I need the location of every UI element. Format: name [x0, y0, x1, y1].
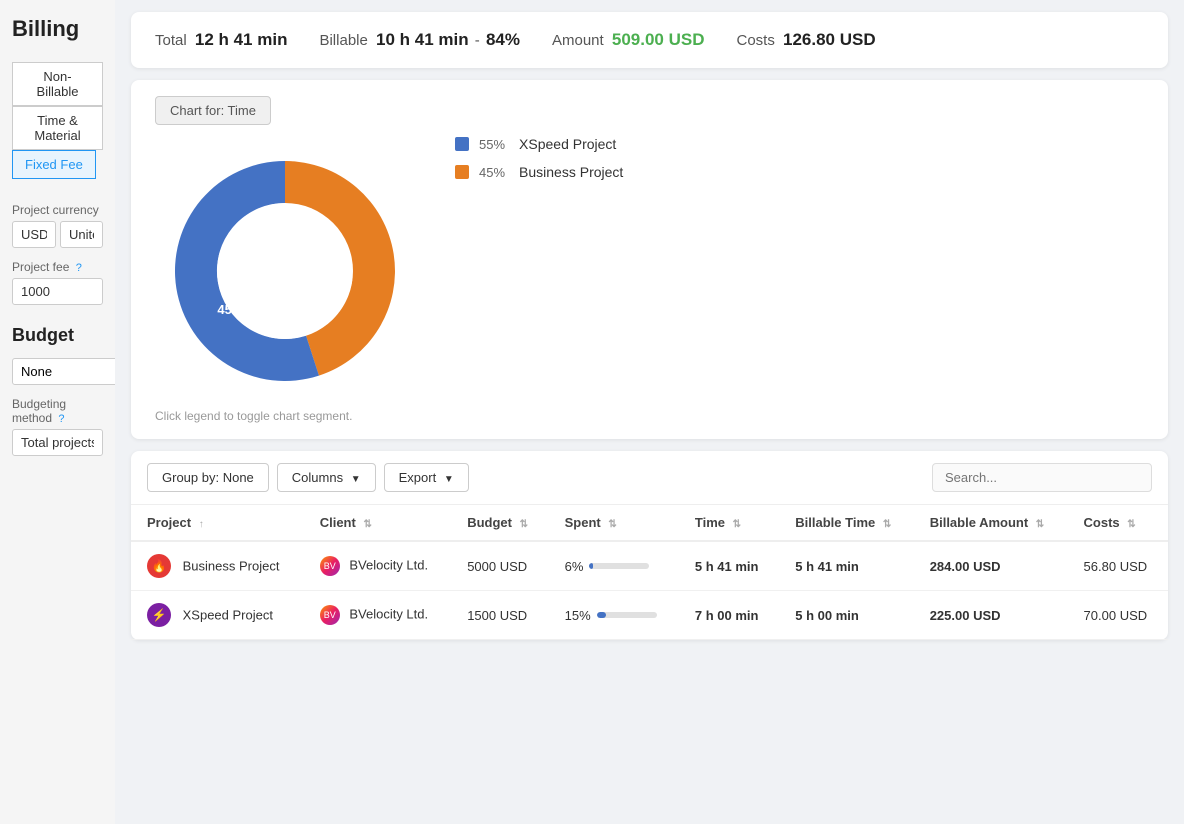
- cell-time-1: 7 h 00 min: [679, 591, 779, 640]
- sort-client-icon[interactable]: ⇅: [363, 519, 371, 530]
- sidebar: Billing Non-Billable Time & Material Fix…: [0, 0, 115, 824]
- budgeting-help-icon: ?: [58, 413, 64, 425]
- sort-project-icon[interactable]: ↑: [199, 519, 204, 530]
- fee-input[interactable]: [12, 278, 103, 305]
- cell-time-0: 5 h 41 min: [679, 541, 779, 591]
- sort-billable-time-icon[interactable]: ⇅: [883, 519, 891, 530]
- project-avatar-1: ⚡: [147, 603, 171, 627]
- total-label: Total 12 h 41 min: [155, 30, 287, 50]
- progress-fill-0: [589, 563, 593, 569]
- tab-non-billable[interactable]: Non-Billable: [12, 62, 103, 106]
- spent-pct-0: 6%: [565, 559, 584, 574]
- chart-hint: Click legend to toggle chart segment.: [155, 409, 352, 423]
- columns-button[interactable]: Columns ▼: [277, 463, 376, 492]
- blue-pct-label: 55%: [311, 266, 337, 281]
- col-spent: Spent ⇅: [549, 505, 679, 542]
- spent-progress-1: 15%: [565, 608, 657, 623]
- amount-stat: Amount 509.00 USD: [552, 30, 705, 50]
- col-billable-amount: Billable Amount ⇅: [914, 505, 1068, 542]
- export-arrow-icon: ▼: [444, 474, 454, 485]
- budget-title: Budget: [12, 325, 103, 346]
- stats-card: Total 12 h 41 min Billable 10 h 41 min -…: [131, 12, 1168, 68]
- table-body: 🔥 Business Project BV BVelocity Ltd. 500…: [131, 541, 1168, 640]
- stats-row: Total 12 h 41 min Billable 10 h 41 min -…: [155, 30, 1144, 50]
- cell-client-0: BV BVelocity Ltd.: [304, 541, 451, 591]
- data-table: Project ↑ Client ⇅ Budget ⇅ Spent ⇅: [131, 504, 1168, 640]
- orange-pct-label: 45%: [217, 302, 243, 317]
- legend-business-color: [455, 165, 469, 179]
- tab-time-material[interactable]: Time & Material: [12, 106, 103, 150]
- main-content: Total 12 h 41 min Billable 10 h 41 min -…: [115, 0, 1184, 824]
- cell-costs-0: 56.80 USD: [1068, 541, 1168, 591]
- chart-for-button[interactable]: Chart for: Time: [155, 96, 271, 125]
- col-budget: Budget ⇅: [451, 505, 548, 542]
- project-avatar-0: 🔥: [147, 554, 171, 578]
- sort-time-icon[interactable]: ⇅: [733, 519, 741, 530]
- client-name-0: BVelocity Ltd.: [349, 557, 428, 572]
- spent-pct-1: 15%: [565, 608, 591, 623]
- export-button[interactable]: Export ▼: [384, 463, 469, 492]
- cell-project-1: ⚡ XSpeed Project: [131, 591, 304, 640]
- progress-bar-1: [597, 612, 657, 618]
- cell-billable-amount-0: 284.00 USD: [914, 541, 1068, 591]
- table-row: ⚡ XSpeed Project BV BVelocity Ltd. 1500 …: [131, 591, 1168, 640]
- project-name-1: XSpeed Project: [183, 608, 273, 623]
- table-header-row: Project ↑ Client ⇅ Budget ⇅ Spent ⇅: [131, 505, 1168, 542]
- cell-spent-0: 6%: [549, 541, 679, 591]
- client-avatar-1: BV: [320, 605, 340, 625]
- client-avatar-0: BV: [320, 556, 340, 576]
- progress-bar-0: [589, 563, 649, 569]
- fee-label: Project fee ?: [12, 260, 103, 274]
- fee-help-icon: ?: [76, 262, 82, 274]
- client-name-1: BVelocity Ltd.: [349, 606, 428, 621]
- cell-billable-time-0: 5 h 41 min: [779, 541, 913, 591]
- cell-billable-time-1: 5 h 00 min: [779, 591, 913, 640]
- col-project: Project ↑: [131, 505, 304, 542]
- currency-name-input[interactable]: [60, 221, 103, 248]
- table-toolbar: Group by: None Columns ▼ Export ▼: [131, 451, 1168, 504]
- chart-card: Chart for: Time: [131, 80, 1168, 439]
- cell-client-1: BV BVelocity Ltd.: [304, 591, 451, 640]
- legend-business[interactable]: 45% Business Project: [455, 164, 623, 180]
- col-costs: Costs ⇅: [1068, 505, 1168, 542]
- col-time: Time ⇅: [679, 505, 779, 542]
- progress-fill-1: [597, 612, 606, 618]
- project-name-0: Business Project: [183, 559, 280, 574]
- billing-tabs: Non-Billable Time & Material Fixed Fee: [12, 62, 103, 179]
- budgeting-label: Budgeting method ?: [12, 397, 103, 425]
- col-client: Client ⇅: [304, 505, 451, 542]
- legend-xspeed-color: [455, 137, 469, 151]
- sort-spent-icon[interactable]: ⇅: [608, 519, 616, 530]
- donut-chart: 45% 55% 45% 55%: [155, 141, 415, 401]
- legend-xspeed[interactable]: 55% XSpeed Project: [455, 136, 623, 152]
- cell-budget-0: 5000 USD: [451, 541, 548, 591]
- cell-budget-1: 1500 USD: [451, 591, 548, 640]
- table-section: Group by: None Columns ▼ Export ▼ Projec…: [131, 451, 1168, 640]
- currency-code-input[interactable]: [12, 221, 56, 248]
- sort-costs-icon[interactable]: ⇅: [1127, 519, 1135, 530]
- chart-legend: 55% XSpeed Project 45% Business Project: [455, 136, 623, 180]
- spent-progress-0: 6%: [565, 559, 650, 574]
- cell-project-0: 🔥 Business Project: [131, 541, 304, 591]
- cell-billable-amount-1: 225.00 USD: [914, 591, 1068, 640]
- cell-spent-1: 15%: [549, 591, 679, 640]
- sort-budget-icon[interactable]: ⇅: [520, 519, 528, 530]
- costs-stat: Costs 126.80 USD: [737, 30, 876, 50]
- tab-fixed-fee[interactable]: Fixed Fee: [12, 150, 96, 179]
- budget-row: ▶: [12, 358, 103, 385]
- billable-stat: Billable 10 h 41 min - 84%: [319, 30, 520, 50]
- sidebar-title: Billing: [12, 16, 103, 42]
- donut-svg: 45% 55%: [155, 141, 415, 401]
- columns-arrow-icon: ▼: [351, 474, 361, 485]
- cell-costs-1: 70.00 USD: [1068, 591, 1168, 640]
- group-by-button[interactable]: Group by: None: [147, 463, 269, 492]
- sort-billable-amount-icon[interactable]: ⇅: [1036, 519, 1044, 530]
- table-row: 🔥 Business Project BV BVelocity Ltd. 500…: [131, 541, 1168, 591]
- search-input[interactable]: [932, 463, 1152, 492]
- col-billable-time: Billable Time ⇅: [779, 505, 913, 542]
- currency-label: Project currency: [12, 203, 103, 217]
- chart-left: Chart for: Time: [155, 96, 415, 423]
- budgeting-input[interactable]: [12, 429, 103, 456]
